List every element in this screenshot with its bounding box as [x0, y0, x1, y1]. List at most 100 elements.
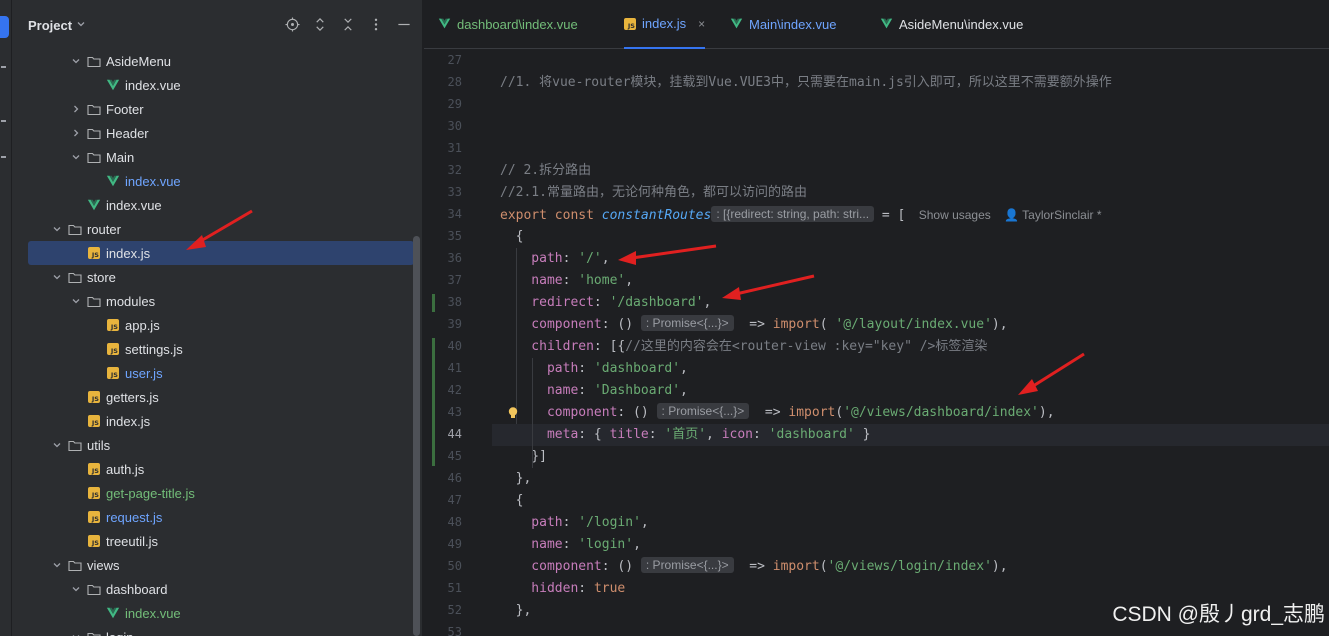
- tree-item-label: login: [106, 630, 133, 636]
- folder-icon: [87, 630, 101, 636]
- tool-icon[interactable]: [1, 156, 6, 158]
- chevron-right-icon[interactable]: [69, 126, 83, 140]
- tree-file[interactable]: JS auth.js: [12, 457, 414, 481]
- tree-folder[interactable]: Main: [12, 145, 414, 169]
- tree-file[interactable]: JS getters.js: [12, 385, 414, 409]
- code-line[interactable]: redirect: '/dashboard',: [500, 292, 711, 314]
- tree-file[interactable]: JS request.js: [12, 505, 414, 529]
- vue-file-icon: [87, 198, 101, 212]
- code-area[interactable]: //1. 将vue-router模块，挂载到Vue.VUE3中，只需要在main…: [492, 49, 1329, 636]
- chevron-down-icon[interactable]: [50, 270, 64, 284]
- code-token: true: [593, 581, 626, 596]
- code-line[interactable]: component: () : Promise<{...}> => import…: [500, 314, 1008, 336]
- tree-folder[interactable]: store: [12, 265, 414, 289]
- tree-file[interactable]: JS app.js: [12, 313, 414, 337]
- locate-icon[interactable]: [284, 16, 300, 32]
- code-line[interactable]: component: () : Promise<{...}> => import…: [500, 402, 1055, 424]
- tree-folder[interactable]: AsideMenu: [12, 49, 414, 73]
- line-number: 42: [447, 383, 462, 397]
- js-file-icon: JS: [106, 342, 120, 356]
- project-tool-button[interactable]: [0, 16, 9, 38]
- vcs-change-marker[interactable]: [432, 294, 435, 312]
- chevron-down-icon[interactable]: [69, 294, 83, 308]
- tree-file[interactable]: JS treeutil.js: [12, 529, 414, 553]
- tree-folder[interactable]: router: [12, 217, 414, 241]
- editor-tab[interactable]: AsideMenu\index.vue: [880, 0, 1023, 49]
- js-badge: JS: [88, 463, 100, 475]
- project-scrollbar[interactable]: [413, 236, 420, 636]
- minimize-icon[interactable]: [396, 16, 412, 32]
- tree-folder[interactable]: dashboard: [12, 577, 414, 601]
- tree-folder[interactable]: Header: [12, 121, 414, 145]
- tree-file[interactable]: JS index.js: [28, 241, 414, 265]
- code-line[interactable]: path: 'dashboard',: [500, 358, 688, 380]
- chevron-down-icon[interactable]: [76, 19, 86, 32]
- tree-folder[interactable]: modules: [12, 289, 414, 313]
- code-line[interactable]: // 2.拆分路由: [500, 160, 591, 182]
- tree-file[interactable]: JS index.js: [12, 409, 414, 433]
- code-token: component: [500, 559, 602, 574]
- code-line[interactable]: children: [{//这里的内容会在<router-view :key="…: [500, 336, 987, 358]
- code-token: ,: [625, 273, 634, 288]
- code-line[interactable]: },: [500, 468, 532, 490]
- code-token: }]: [500, 449, 547, 464]
- code-line[interactable]: name: 'login',: [500, 534, 641, 556]
- folder-icon: [87, 102, 101, 116]
- code-token: ,: [601, 251, 610, 266]
- tool-icon[interactable]: [1, 66, 6, 68]
- chevron-right-icon[interactable]: [69, 102, 83, 116]
- code-line[interactable]: name: 'home',: [500, 270, 633, 292]
- tree-file[interactable]: index.vue: [12, 169, 414, 193]
- tree-file[interactable]: index.vue: [12, 601, 414, 625]
- vcs-change-marker[interactable]: [432, 338, 435, 466]
- project-toolbar: [284, 16, 412, 32]
- tree-file[interactable]: JS get-page-title.js: [12, 481, 414, 505]
- code-line[interactable]: path: '/login',: [500, 512, 649, 534]
- chevron-down-icon[interactable]: [50, 558, 64, 572]
- code-line[interactable]: component: () : Promise<{...}> => import…: [500, 556, 1008, 578]
- js-badge: JS: [88, 415, 100, 427]
- tree-folder[interactable]: views: [12, 553, 414, 577]
- collapse-all-icon[interactable]: [340, 16, 356, 32]
- code-line[interactable]: meta: { title: '首页', icon: 'dashboard' }: [500, 424, 870, 446]
- tree-file[interactable]: index.vue: [12, 73, 414, 97]
- code-line[interactable]: name: 'Dashboard',: [500, 380, 688, 402]
- tree-folder[interactable]: utils: [12, 433, 414, 457]
- editor-tab[interactable]: Main\index.vue: [730, 0, 836, 49]
- code-line[interactable]: },: [500, 600, 532, 622]
- tool-icon[interactable]: [1, 120, 6, 122]
- expand-all-icon[interactable]: [312, 16, 328, 32]
- close-tab-icon[interactable]: ×: [698, 17, 705, 31]
- code-line[interactable]: }]: [500, 446, 547, 468]
- tree-item-label: index.js: [106, 245, 151, 261]
- folder-icon: [87, 294, 101, 308]
- code-vision-info[interactable]: Show usages 👤 TaylorSinclair *: [905, 208, 1102, 222]
- chevron-down-icon[interactable]: [69, 582, 83, 596]
- code-token: ,: [640, 515, 649, 530]
- tree-file[interactable]: JS settings.js: [12, 337, 414, 361]
- code-token: (: [819, 317, 836, 332]
- code-line[interactable]: //2.1.常量路由，无论何种角色，都可以访问的路由: [500, 182, 807, 204]
- editor-tab[interactable]: JS index.js ×: [624, 0, 706, 49]
- tree-file[interactable]: index.vue: [12, 193, 414, 217]
- tree-folder[interactable]: Footer: [12, 97, 414, 121]
- code-line[interactable]: hidden: true: [500, 578, 625, 600]
- chevron-down-icon[interactable]: [50, 222, 64, 236]
- tree-file[interactable]: JS user.js: [12, 361, 414, 385]
- code-line[interactable]: {: [500, 490, 524, 512]
- chevron-down-icon[interactable]: [69, 630, 83, 636]
- tree-item-label: getters.js: [106, 389, 159, 405]
- tree-folder[interactable]: login: [12, 625, 414, 636]
- more-options-icon[interactable]: [368, 16, 384, 32]
- code-line[interactable]: export const constantRoutes: [{redirect:…: [500, 204, 1102, 226]
- chevron-down-icon[interactable]: [69, 54, 83, 68]
- chevron-down-icon[interactable]: [69, 150, 83, 164]
- code-line[interactable]: //1. 将vue-router模块，挂载到Vue.VUE3中，只需要在main…: [500, 72, 1112, 94]
- chevron-down-icon[interactable]: [50, 438, 64, 452]
- project-title[interactable]: Project: [28, 18, 72, 33]
- code-token: =>: [749, 405, 789, 420]
- editor-tab[interactable]: dashboard\index.vue: [438, 0, 578, 49]
- code-token: '@/views/dashboard/index': [843, 405, 1039, 420]
- lightbulb-icon[interactable]: [506, 406, 520, 420]
- code-line[interactable]: {: [500, 226, 524, 248]
